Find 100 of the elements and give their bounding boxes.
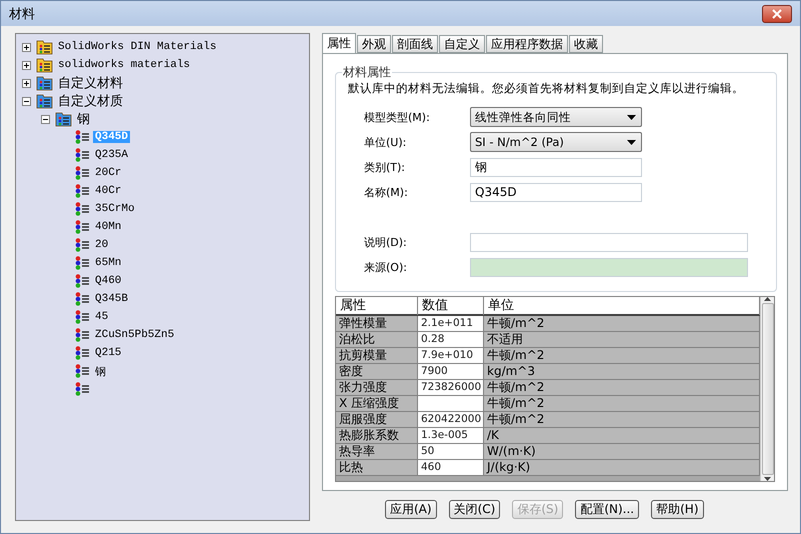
folder-icon (36, 75, 53, 91)
caret-icon (627, 140, 636, 144)
expand-toggle[interactable] (22, 42, 31, 52)
material-icon (74, 345, 90, 361)
plus-icon (23, 80, 30, 86)
window-title: 材料 (9, 6, 35, 22)
tree-item[interactable]: 钢 (75, 110, 92, 128)
folder-icon (36, 93, 53, 109)
table-cell[interactable]: 620422000 (418, 412, 484, 427)
collapse-toggle[interactable] (41, 114, 50, 124)
field-label: 名称(M): (364, 184, 409, 200)
tree-item[interactable]: 20 (93, 239, 110, 251)
tree-item[interactable]: SolidWorks DIN Materials (56, 41, 218, 53)
table-cell: 牛顿/m^2 (484, 412, 760, 427)
field-label: 模型类型(M): (364, 110, 431, 124)
tree-item[interactable]: solidworks materials (56, 59, 192, 71)
tree-item[interactable]: 钢 (93, 364, 108, 378)
info-text: 默认库中的材料无法编辑。您必须首先将材料复制到自定义库以进行编辑。 (348, 81, 745, 96)
tab[interactable]: 收藏 (569, 35, 603, 53)
tab[interactable]: 应用程序数据 (486, 35, 568, 53)
plus-icon (23, 62, 30, 68)
expand-toggle[interactable] (22, 60, 31, 70)
tab[interactable]: 自定义 (439, 35, 485, 53)
tab[interactable]: 外观 (357, 35, 391, 53)
table-cell[interactable]: 0.28 (418, 332, 484, 347)
table-cell[interactable]: 460 (418, 460, 484, 475)
dropdown[interactable]: 线性弹性各向同性 (470, 107, 642, 127)
dropdown[interactable]: SI - N/m^2 (Pa) (470, 132, 642, 152)
table-cell: kg/m^3 (484, 364, 760, 379)
column-header[interactable]: 属性 (336, 297, 418, 315)
material-icon (74, 255, 90, 271)
dialog-button[interactable]: 应用(A) (385, 500, 437, 519)
table-cell: 比热 (336, 460, 418, 475)
tree-item[interactable]: 65Mn (93, 257, 124, 269)
table-cell[interactable]: 7900 (418, 364, 484, 379)
material-icon (74, 129, 90, 145)
table-cell[interactable]: 2.1e+011 (418, 316, 484, 331)
tree-item[interactable]: 35CrMo (93, 203, 137, 215)
table-cell: 抗剪模量 (336, 348, 418, 363)
close-button[interactable] (762, 4, 792, 22)
tab[interactable]: 剖面线 (392, 35, 438, 53)
up-arrow-icon (764, 297, 771, 301)
dialog-button[interactable]: 配置(N)... (575, 500, 640, 519)
material-icon (74, 327, 90, 343)
table-cell: 牛顿/m^2 (484, 348, 760, 363)
input-field[interactable]: Q345D (470, 182, 642, 202)
group-title: 材料属性 (342, 64, 392, 81)
tree-item[interactable]: 45 (93, 311, 110, 323)
material-icon (74, 291, 90, 307)
material-icon (74, 363, 90, 379)
input-field[interactable]: 钢 (470, 158, 642, 176)
column-header[interactable]: 数值 (418, 297, 484, 315)
tree-item[interactable]: Q345B (93, 293, 130, 305)
table-cell: J/(kg·K) (484, 460, 760, 475)
field-label: 单位(U): (364, 134, 408, 150)
table-cell: 牛顿/m^2 (484, 316, 760, 331)
table-cell: 张力强度 (336, 380, 418, 395)
expand-toggle[interactable] (22, 78, 31, 88)
table-cell: 牛顿/m^2 (484, 380, 760, 395)
folder-icon (55, 111, 72, 127)
collapse-toggle[interactable] (22, 96, 31, 106)
table-cell[interactable]: 723826000 (418, 380, 484, 395)
tree-item[interactable]: 20Cr (93, 167, 124, 179)
down-arrow-icon (764, 477, 771, 481)
table-cell[interactable]: 50 (418, 444, 484, 459)
table-cell: /K (484, 428, 760, 443)
material-icon (74, 273, 90, 289)
material-icon (74, 201, 90, 217)
tree-item[interactable]: Q235A (93, 149, 130, 161)
tree-item[interactable]: 40Cr (93, 185, 124, 197)
table-cell: X 压缩强度 (336, 396, 418, 411)
material-icon (74, 309, 90, 325)
tree-item[interactable]: 自定义材料 (56, 74, 125, 92)
material-icon (74, 183, 90, 199)
table-cell: 牛顿/m^2 (484, 396, 760, 411)
tree-item[interactable]: 40Mn (93, 221, 124, 233)
table-cell: 不适用 (484, 332, 760, 347)
table-cell: 弹性模量 (336, 316, 418, 331)
tree-item[interactable]: 自定义材质 (56, 92, 125, 110)
dialog-button[interactable]: 关闭(C) (448, 500, 500, 519)
tree-item[interactable]: Q215 (93, 347, 124, 359)
tab[interactable]: 属性 (322, 33, 356, 53)
table-cell[interactable]: 7.9e+010 (418, 348, 484, 363)
field-label: 来源(O): (364, 260, 408, 274)
material-icon (74, 165, 90, 181)
dialog-button[interactable]: 帮助(H) (651, 500, 704, 519)
table-cell: 屈服强度 (336, 412, 418, 427)
table-cell: 泊松比 (336, 332, 418, 347)
tree-item[interactable]: Q460 (93, 275, 124, 287)
folder-icon (36, 57, 53, 73)
input-field[interactable] (470, 232, 748, 252)
folder-icon (36, 39, 53, 55)
table-cell[interactable] (418, 396, 484, 411)
scrollbar[interactable] (760, 297, 774, 481)
tree-item[interactable]: ZCuSn5Pb5Zn5 (93, 329, 176, 341)
table-cell: 密度 (336, 364, 418, 379)
input-field[interactable] (470, 258, 748, 276)
material-icon (74, 219, 90, 235)
field-label: 类别(T): (364, 160, 406, 174)
table-cell[interactable]: 1.3e-005 (418, 428, 484, 443)
